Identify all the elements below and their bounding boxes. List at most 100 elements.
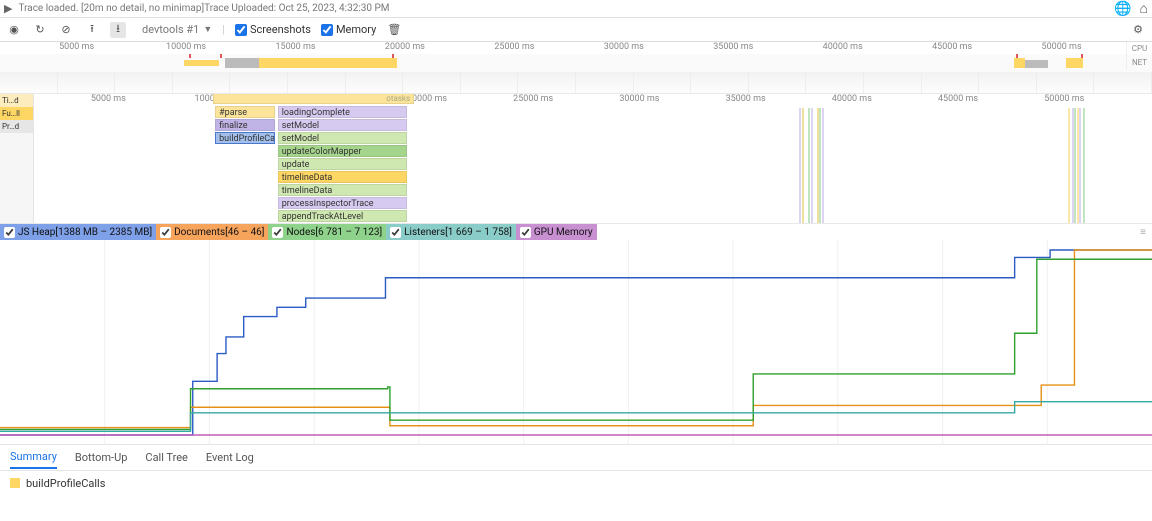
flame-tick: 25000 ms	[513, 94, 553, 104]
bottom-tab[interactable]: Call Tree	[145, 447, 187, 468]
screenshot-thumb[interactable]	[634, 72, 692, 93]
flame-tick: 50000 ms	[1044, 94, 1084, 104]
legend-js-heap[interactable]: JS Heap[1388 MB – 2385 MB]	[0, 224, 156, 240]
screenshot-thumb[interactable]	[230, 72, 288, 93]
screenshots-label: Screenshots	[250, 23, 311, 36]
flame-ruler: 5000 ms10000 ms15000 ms20000 ms25000 ms3…	[34, 94, 1152, 106]
screenshots-strip[interactable]	[0, 72, 1152, 94]
summary-row: buildProfileCalls	[0, 471, 1152, 495]
screenshot-thumb[interactable]	[346, 72, 404, 93]
flame-bar[interactable]: loadingComplete	[278, 106, 408, 118]
screenshot-thumb[interactable]	[864, 72, 922, 93]
screenshots-toggle[interactable]: Screenshots	[235, 23, 311, 36]
flame-body[interactable]: 5000 ms10000 ms15000 ms20000 ms25000 ms3…	[34, 94, 1152, 223]
screenshot-thumb[interactable]	[979, 72, 1037, 93]
overview-tick: 45000 ms	[932, 42, 972, 52]
flame-microtask[interactable]: otasks	[213, 94, 414, 104]
legend-documents-checkbox[interactable]	[160, 227, 171, 238]
flame-bar[interactable]: timelineData	[278, 171, 408, 183]
screenshot-thumb[interactable]	[115, 72, 173, 93]
overview-lane	[0, 54, 1152, 72]
caret-down-icon: ▼	[203, 24, 212, 35]
screenshot-thumb[interactable]	[288, 72, 346, 93]
bottom-tabs: Summary Bottom-Up Call Tree Event Log	[0, 445, 1152, 471]
legend-gpu[interactable]: GPU Memory	[516, 224, 597, 240]
flame-tick: 40000 ms	[832, 94, 872, 104]
flame-bar[interactable]: update	[278, 158, 408, 170]
memory-legend: JS Heap[1388 MB – 2385 MB] Documents[46 …	[0, 224, 1152, 240]
screenshot-thumb[interactable]	[922, 72, 980, 93]
overview-tick: 15000 ms	[275, 42, 315, 52]
screenshot-thumb[interactable]	[403, 72, 461, 93]
cpu-label: CPU	[1126, 42, 1152, 56]
memory-label: Memory	[336, 23, 376, 36]
flame-track-headers: Ti…dFu…llPr…d	[0, 94, 34, 223]
screenshot-thumb[interactable]	[691, 72, 749, 93]
legend-documents[interactable]: Documents[46 – 46]	[156, 224, 268, 240]
screenshot-thumb[interactable]	[1037, 72, 1095, 93]
screenshot-thumb[interactable]	[518, 72, 576, 93]
memory-checkbox[interactable]	[321, 24, 333, 36]
flame-bar[interactable]: finalize	[215, 119, 275, 131]
status-bar: ▶ Trace loaded. [20m no detail, no minim…	[0, 0, 1152, 18]
overview-tick: 20000 ms	[385, 42, 425, 52]
home-icon[interactable]: ⌂	[1140, 0, 1148, 17]
side-meters: CPU NET	[1126, 42, 1152, 70]
play-icon[interactable]: ▶	[4, 2, 12, 15]
clear-icon[interactable]: ⊘	[58, 22, 74, 38]
flame-bar[interactable]: setModel	[278, 132, 408, 144]
flame-track-header[interactable]: Pr…d	[0, 120, 33, 133]
flame-bar[interactable]: timelineData	[278, 184, 408, 196]
flame-bar[interactable]: processInspectorTrace	[278, 197, 408, 209]
summary-swatch	[10, 478, 20, 488]
bottom-tab[interactable]: Event Log	[206, 447, 254, 468]
flame-bar[interactable]: setModel	[278, 119, 408, 131]
legend-listeners[interactable]: Listeners[1 669 – 1 758]	[386, 224, 516, 240]
legend-js-heap-checkbox[interactable]	[4, 227, 15, 238]
screenshot-thumb[interactable]	[806, 72, 864, 93]
globe-icon[interactable]: 🌐	[1114, 1, 1131, 17]
flame-bar[interactable]: #parse	[215, 106, 275, 118]
flame-tick: 45000 ms	[938, 94, 978, 104]
context-selector[interactable]: devtools #1 ▼	[142, 23, 212, 36]
flame-bar[interactable]: buildProfileCalls	[215, 132, 275, 144]
legend-nodes-label: Nodes[6 781 – 7 123]	[286, 227, 382, 238]
flame-chart[interactable]: Ti…dFu…llPr…d 5000 ms10000 ms15000 ms200…	[0, 94, 1152, 224]
screenshots-checkbox[interactable]	[235, 24, 247, 36]
garbage-collect-icon[interactable]: 🗑	[386, 22, 402, 38]
upload-icon[interactable]: ⭱	[84, 22, 100, 38]
flame-bar[interactable]: updateColorMapper	[278, 145, 408, 157]
screenshot-thumb[interactable]	[576, 72, 634, 93]
legend-nodes[interactable]: Nodes[6 781 – 7 123]	[268, 224, 386, 240]
legend-nodes-checkbox[interactable]	[272, 227, 283, 238]
timeline-overview[interactable]: 5000 ms10000 ms15000 ms20000 ms25000 ms3…	[0, 42, 1152, 72]
legend-gpu-label: GPU Memory	[534, 227, 593, 238]
screenshot-thumb[interactable]	[0, 72, 58, 93]
trace-uploaded-text: Trace Uploaded: Oct 25, 2023, 4:32:30 PM	[204, 3, 389, 14]
gear-icon[interactable]: ⚙	[1130, 22, 1146, 38]
screenshot-thumb[interactable]	[173, 72, 231, 93]
screenshot-thumb[interactable]	[58, 72, 116, 93]
legend-listeners-checkbox[interactable]	[390, 227, 401, 238]
screenshot-thumb[interactable]	[749, 72, 807, 93]
bottom-tab[interactable]: Bottom-Up	[75, 447, 128, 468]
overview-tick: 40000 ms	[823, 42, 863, 52]
bottom-tab[interactable]: Summary	[10, 446, 57, 469]
reload-icon[interactable]: ↻	[32, 22, 48, 38]
download-icon[interactable]: ⭳	[110, 22, 126, 38]
record-icon[interactable]: ◉	[6, 22, 22, 38]
flame-track-header[interactable]: Ti…d	[0, 94, 33, 107]
flame-bar[interactable]: appendTrackAtLevel	[278, 210, 408, 222]
overview-tick: 25000 ms	[494, 42, 534, 52]
memory-series	[0, 402, 1152, 432]
memory-toggle[interactable]: Memory	[321, 23, 376, 36]
memory-chart[interactable]	[0, 240, 1152, 445]
overview-ruler: 5000 ms10000 ms15000 ms20000 ms25000 ms3…	[0, 42, 1152, 54]
trace-loaded-text: Trace loaded. [20m no detail, no minimap…	[18, 3, 204, 14]
screenshot-thumb[interactable]	[461, 72, 519, 93]
legend-gpu-checkbox[interactable]	[520, 227, 531, 238]
overview-tick: 30000 ms	[604, 42, 644, 52]
memory-legend-menu-icon[interactable]: ≡	[1140, 227, 1152, 238]
flame-track-header[interactable]: Fu…ll	[0, 107, 33, 120]
screenshot-thumb[interactable]	[1094, 72, 1152, 93]
